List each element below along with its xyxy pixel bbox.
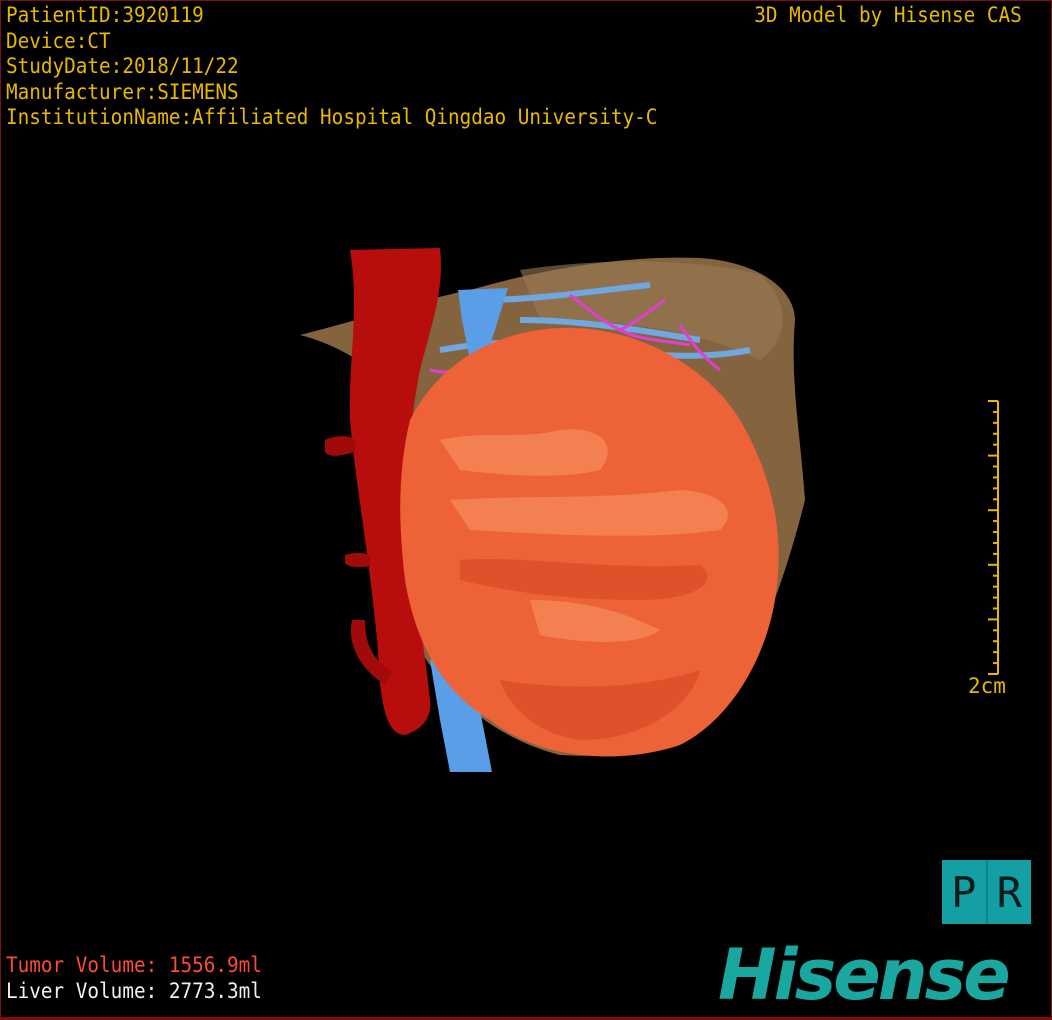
liver-volume: Liver Volume: 2773.3ml (6, 979, 262, 1003)
patient-id: PatientID:3920119 (6, 3, 204, 27)
3d-model-view[interactable] (0, 0, 1052, 1020)
orientation-marker[interactable]: P R (942, 860, 1031, 924)
scale-bar (988, 400, 999, 675)
manufacturer: Manufacturer:SIEMENS (6, 79, 239, 104)
model-caption: 3D Model by Hisense CAS (754, 3, 1022, 27)
study-date: StudyDate:2018/11/22 (6, 54, 239, 78)
tumor-volume: Tumor Volume: 1556.9ml (6, 953, 262, 977)
patient-info-overlay: PatientID:3920119 Device:CT StudyDate:20… (6, 3, 657, 131)
device: Device:CT (6, 28, 111, 53)
scale-bar-label: 2cm (968, 674, 1006, 698)
hisense-logo: Hisense (718, 934, 1011, 1016)
orientation-posterior: P (951, 867, 977, 917)
orientation-right: R (985, 860, 1032, 924)
institution-name: InstitutionName:Affiliated Hospital Qing… (6, 105, 658, 129)
